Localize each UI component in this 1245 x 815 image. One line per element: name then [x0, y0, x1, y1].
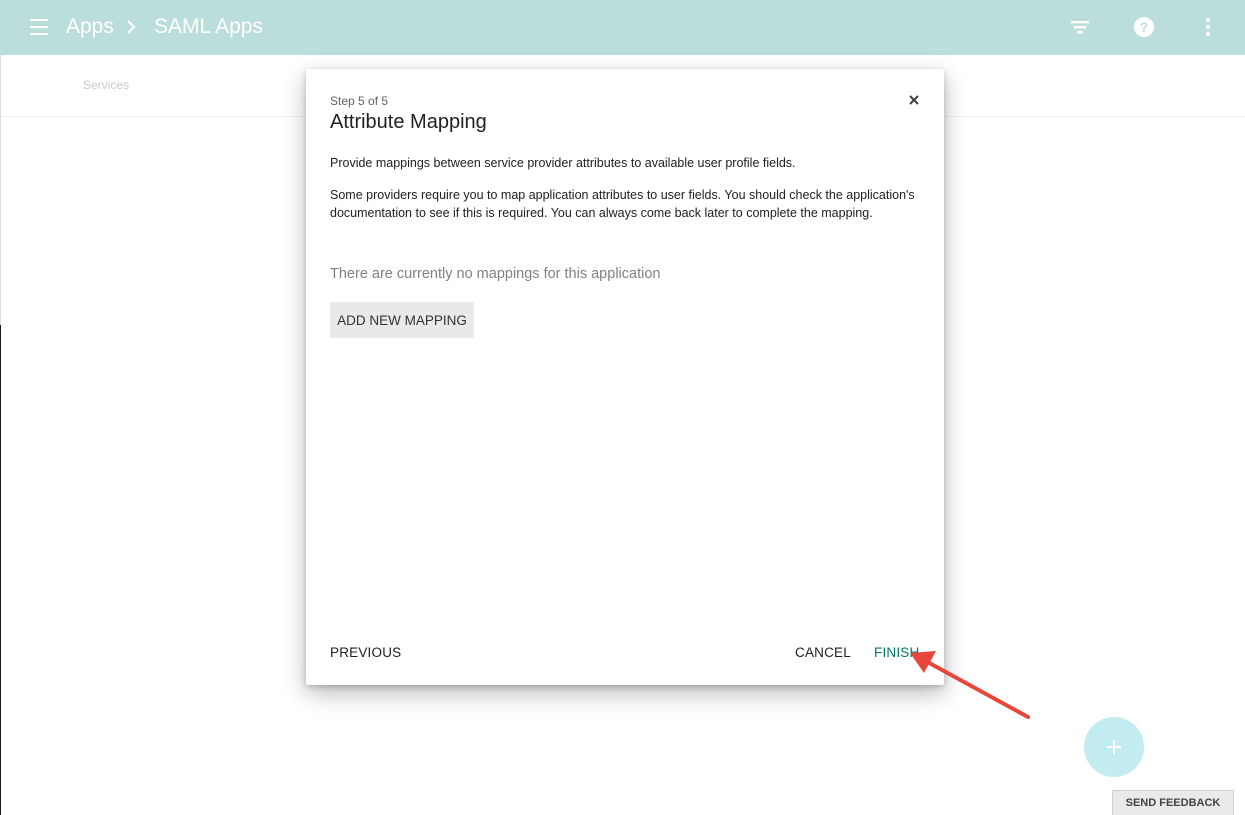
chevron-right-icon — [127, 20, 136, 34]
close-icon[interactable] — [906, 92, 922, 108]
svg-text:?: ? — [1140, 19, 1149, 35]
dialog-description: Provide mappings between service provide… — [330, 156, 796, 170]
cancel-button[interactable]: CANCEL — [795, 645, 851, 660]
breadcrumb-apps[interactable]: Apps — [66, 14, 114, 40]
help-icon[interactable]: ? — [1133, 16, 1155, 38]
attribute-mapping-dialog: Step 5 of 5 Attribute Mapping Provide ma… — [306, 69, 944, 685]
add-fab-button[interactable] — [1084, 717, 1144, 777]
send-feedback-button[interactable]: SEND FEEDBACK — [1112, 790, 1234, 815]
menu-icon[interactable] — [30, 19, 48, 35]
plus-icon — [1107, 740, 1121, 754]
tab-services[interactable]: Services — [83, 78, 129, 92]
annotation-arrow — [910, 651, 1030, 719]
empty-mappings-message: There are currently no mappings for this… — [330, 266, 661, 282]
dialog-title: Attribute Mapping — [330, 111, 487, 133]
page-edge-divider — [0, 55, 1, 325]
previous-button[interactable]: PREVIOUS — [330, 645, 401, 660]
more-vert-icon[interactable] — [1198, 16, 1218, 38]
add-new-mapping-button[interactable]: ADD NEW MAPPING — [330, 302, 474, 338]
breadcrumb-saml-apps: SAML Apps — [154, 15, 263, 38]
step-indicator: Step 5 of 5 — [330, 94, 389, 108]
top-app-bar: Apps SAML Apps ? — [0, 0, 1245, 55]
dialog-description-detail: Some providers require you to map applic… — [330, 188, 915, 220]
filter-icon[interactable] — [1069, 16, 1091, 38]
page-edge-divider-dark — [0, 325, 1, 815]
